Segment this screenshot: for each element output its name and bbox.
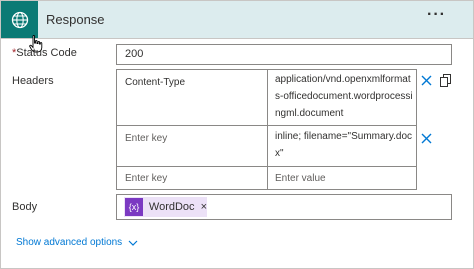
- remove-token-button[interactable]: ×: [201, 201, 207, 213]
- close-icon[interactable]: [421, 75, 432, 86]
- header-value-line: ngml.document: [275, 108, 344, 119]
- status-code-label-text: Status Code: [16, 47, 77, 59]
- header-key-field[interactable]: Enter key: [125, 130, 265, 147]
- advanced-options-label: Show advanced options: [16, 237, 123, 248]
- headers-table: Content-Type application/vnd.openxmlform…: [116, 69, 417, 190]
- show-advanced-options-link[interactable]: Show advanced options: [16, 237, 138, 248]
- headers-column-divider: [267, 70, 268, 189]
- header-value-field[interactable]: inline; filename="Summary.doc x": [275, 128, 415, 162]
- chevron-down-icon: [128, 240, 138, 246]
- token-label: WordDoc: [148, 201, 195, 213]
- headers-label: Headers: [12, 75, 54, 87]
- card-title: Response: [46, 12, 105, 27]
- globe-icon: [11, 11, 28, 28]
- header-value-field[interactable]: application/vnd.openxmlformat s-officedo…: [275, 71, 415, 122]
- header-key-field[interactable]: Enter key: [125, 170, 265, 187]
- close-icon[interactable]: [421, 133, 432, 144]
- status-code-label: *Status Code: [12, 47, 77, 59]
- header-value-line: inline; filename="Summary.doc: [275, 131, 413, 142]
- status-code-value: 200: [125, 48, 144, 60]
- body-label: Body: [12, 201, 38, 213]
- dynamic-content-token[interactable]: {x} WordDoc ×: [124, 197, 207, 217]
- variable-icon: {x}: [125, 198, 143, 216]
- header-value-line: application/vnd.openxmlformat: [275, 74, 411, 85]
- copy-icon[interactable]: [440, 74, 452, 87]
- header-value-line: x": [275, 148, 284, 159]
- status-code-input[interactable]: 200: [116, 44, 452, 65]
- more-options-button[interactable]: ···: [427, 6, 446, 24]
- response-action-card: Response ··· *Status Code 200 Headers Co…: [0, 0, 474, 269]
- headers-row-divider: [117, 166, 416, 167]
- header-value-field[interactable]: Enter value: [275, 170, 415, 187]
- header-value-line: s-officedocument.wordprocessi: [275, 91, 413, 102]
- card-header[interactable]: Response ···: [1, 1, 473, 39]
- headers-row-divider: [117, 125, 416, 126]
- response-action-icon-tile: [1, 1, 38, 38]
- header-key-field[interactable]: Content-Type: [125, 74, 265, 91]
